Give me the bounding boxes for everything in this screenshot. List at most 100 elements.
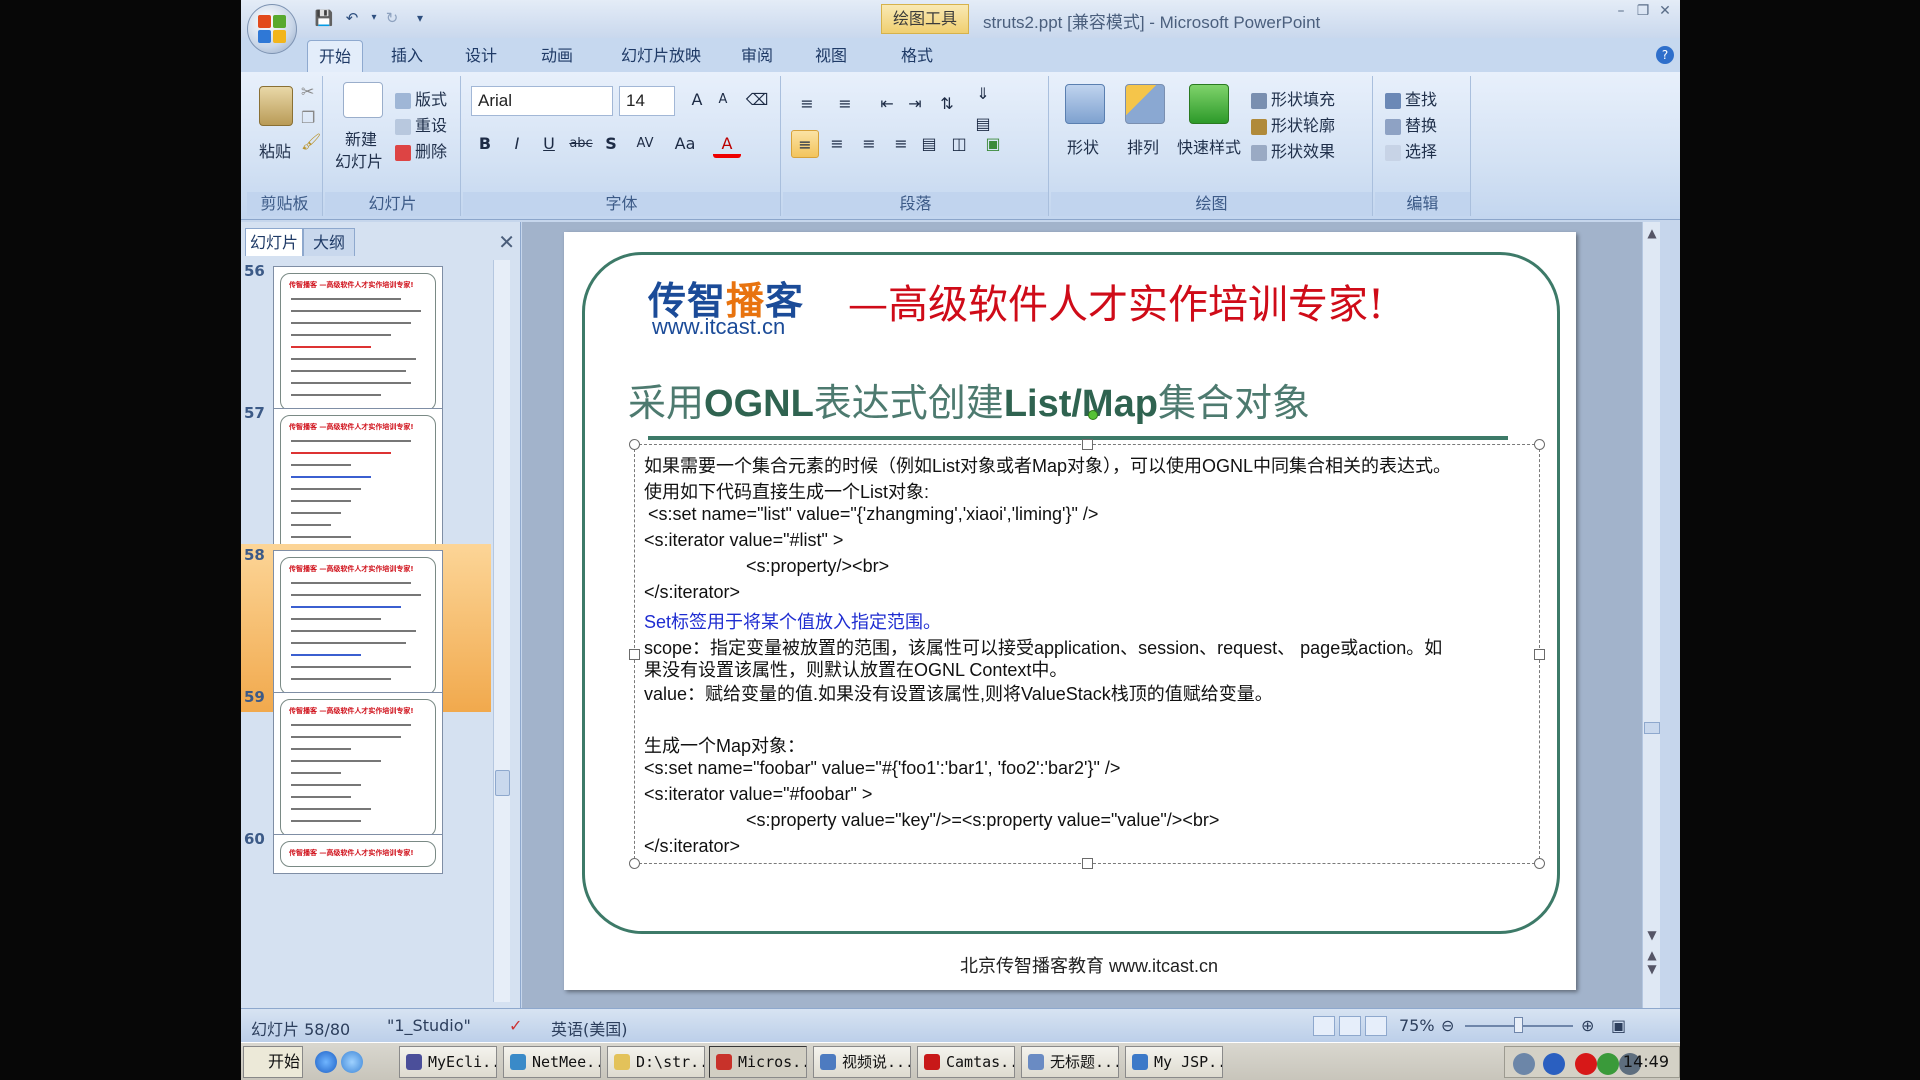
slide-sorter-view-icon[interactable] [1339,1016,1361,1036]
shapes-icon[interactable] [1065,84,1105,124]
office-button[interactable] [247,4,297,54]
change-case-button[interactable]: Aa [667,130,703,158]
tab-slides[interactable]: 幻灯片 [245,228,303,256]
taskbar-button[interactable]: MyEcli... [399,1046,497,1078]
quick-styles-icon[interactable] [1189,84,1229,124]
slide-scrollbar[interactable]: ▲ ▼ ▲ ▼ [1642,222,1660,1008]
reset-button[interactable]: 重设 [395,112,447,136]
tab-view[interactable]: 视图 [805,40,857,72]
text-direction-icon[interactable]: ⇓ [969,80,997,108]
taskbar-button[interactable]: Camtas... [917,1046,1015,1078]
layout-button[interactable]: 版式 [395,86,447,110]
tab-animations[interactable]: 动画 [531,40,583,72]
next-slide-icon[interactable]: ▼ [1643,962,1661,976]
resize-handle-n[interactable] [1082,439,1093,450]
slide-thumbnail[interactable]: 传智播客 —高级软件人才实作培训专家! [273,692,443,844]
format-painter-icon[interactable]: 🖌 [301,132,321,151]
numbering-icon[interactable]: ≡ [831,90,859,118]
slideshow-view-icon[interactable] [1365,1016,1387,1036]
font-family-combo[interactable]: Arial [471,86,613,116]
strikethrough-button[interactable]: abc [567,130,595,158]
tab-format[interactable]: 格式 [891,40,943,72]
decrease-indent-icon[interactable]: ⇤ [873,90,901,118]
tray-app-icon[interactable] [1597,1053,1619,1075]
clear-format-icon[interactable]: ⌫ [743,86,771,114]
distribute-icon[interactable]: ▤ [915,130,943,158]
restore-icon[interactable]: ❐ [1633,3,1653,23]
record-icon[interactable] [1575,1053,1597,1075]
columns-icon[interactable]: ◫ [945,130,973,158]
shape-outline-button[interactable]: 形状轮廓 [1251,112,1335,136]
new-slide-icon[interactable] [343,82,383,118]
slide-title[interactable]: 采用OGNL表达式创建List/Map集合对象 [628,372,1310,427]
desktop-icon[interactable] [341,1051,363,1073]
grow-font-button[interactable]: A [683,86,711,114]
help-tray-icon[interactable] [1543,1053,1565,1075]
increase-indent-icon[interactable]: ⇥ [901,90,929,118]
save-icon[interactable]: 💾 [313,7,335,29]
undo-icon[interactable]: ↶ [341,7,363,29]
close-panel-icon[interactable]: ✕ [498,230,515,254]
justify-icon[interactable]: ≡ [887,130,915,158]
taskbar-button[interactable]: My JSP... [1125,1046,1223,1078]
resize-handle-e[interactable] [1534,649,1545,660]
arrange-button[interactable]: 排列 [1127,134,1159,158]
delete-button[interactable]: 删除 [395,138,447,162]
panel-scrollbar[interactable] [493,260,510,1002]
tab-slideshow[interactable]: 幻灯片放映 [613,40,709,72]
rotation-handle[interactable] [1088,410,1098,420]
line-spacing-icon[interactable]: ⇅ [933,90,961,118]
resize-handle-se[interactable] [1534,858,1545,869]
fit-window-icon[interactable]: ▣ [1611,1016,1626,1035]
slide-thumbnail-row[interactable]: 60 传智播客 —高级软件人才实作培训专家! [241,828,491,996]
taskbar-button[interactable]: NetMee... [503,1046,601,1078]
font-color-button[interactable]: A [713,130,741,158]
cut-icon[interactable]: ✂ [301,82,314,101]
smartart-icon[interactable]: ▣ [979,130,1007,158]
tab-home[interactable]: 开始 [307,40,363,72]
italic-button[interactable]: I [503,130,531,158]
copy-icon[interactable]: ❐ [301,108,315,127]
normal-view-icon[interactable] [1313,1016,1335,1036]
current-slide[interactable]: 传智播客 www.itcast.cn —高级软件人才实作培训专家! 采用OGNL… [564,232,1576,990]
align-center-icon[interactable]: ≡ [823,130,851,158]
resize-handle-s[interactable] [1082,858,1093,869]
find-button[interactable]: 查找 [1385,86,1437,110]
zoom-level[interactable]: 75% [1399,1016,1435,1035]
paste-icon[interactable] [259,86,293,126]
replace-button[interactable]: 替换 [1385,112,1437,136]
scroll-up-icon[interactable]: ▲ [1643,226,1661,240]
scroll-down-icon[interactable]: ▼ [1643,928,1661,942]
tab-review[interactable]: 审阅 [731,40,783,72]
zoom-slider-thumb[interactable] [1514,1017,1523,1033]
minimize-icon[interactable]: – [1611,3,1631,23]
align-right-icon[interactable]: ≡ [855,130,883,158]
slide-scroll-thumb[interactable] [1644,722,1660,734]
zoom-in-icon[interactable]: ⊕ [1581,1016,1594,1035]
taskbar-button[interactable]: 无标题... [1021,1046,1119,1078]
shrink-font-button[interactable]: A [709,86,737,114]
shadow-button[interactable]: S [597,130,625,158]
resize-handle-sw[interactable] [629,858,640,869]
resize-handle-ne[interactable] [1534,439,1545,450]
tab-design[interactable]: 设计 [455,40,507,72]
font-size-combo[interactable]: 14 [619,86,675,116]
slide-thumbnail[interactable]: 传智播客 —高级软件人才实作培训专家! [273,550,443,702]
quick-styles-button[interactable]: 快速样式 [1177,134,1241,158]
new-slide-button-line2[interactable]: 幻灯片 [335,148,383,172]
tab-insert[interactable]: 插入 [381,40,433,72]
shape-effects-button[interactable]: 形状效果 [1251,138,1335,162]
help-icon[interactable]: ? [1656,46,1674,64]
customize-qat-icon[interactable]: ▾ [409,7,431,29]
taskbar-button[interactable]: 视频说... [813,1046,911,1078]
redo-icon[interactable]: ↻ [381,7,403,29]
new-slide-button-line1[interactable]: 新建 [345,126,377,150]
network-icon[interactable] [1513,1053,1535,1075]
select-button[interactable]: 选择 [1385,138,1437,162]
slide-thumbnail[interactable]: 传智播客 —高级软件人才实作培训专家! [273,266,443,418]
language-indicator[interactable]: 英语(美国) [551,1016,628,1040]
shape-fill-button[interactable]: 形状填充 [1251,86,1335,110]
previous-slide-icon[interactable]: ▲ [1643,948,1661,962]
char-spacing-button[interactable]: AV [627,130,663,158]
bold-button[interactable]: B [471,130,499,158]
